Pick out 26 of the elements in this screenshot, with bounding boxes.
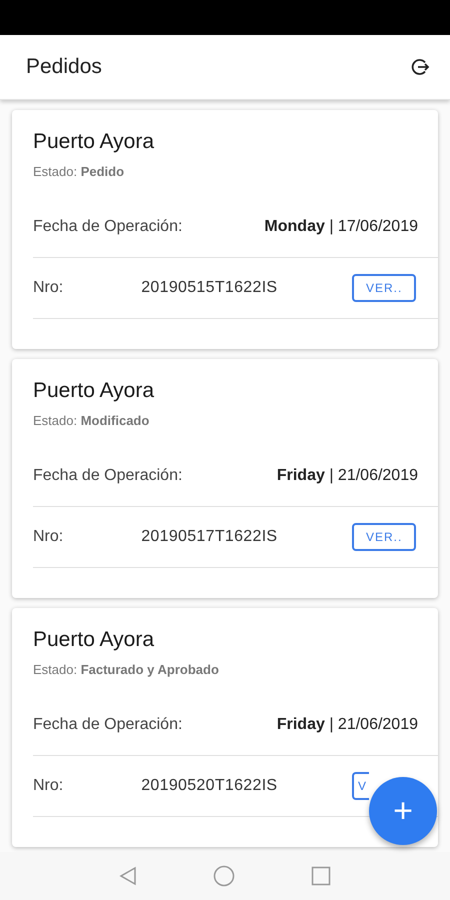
back-icon[interactable] bbox=[119, 866, 137, 886]
home-icon[interactable] bbox=[213, 865, 235, 887]
number-label: Nro: bbox=[33, 528, 64, 546]
view-button[interactable]: VER.. bbox=[352, 523, 416, 551]
operation-date: Friday | 21/06/2019 bbox=[276, 716, 418, 734]
operation-date: Friday | 21/06/2019 bbox=[276, 467, 418, 485]
place-name: Puerto Ayora bbox=[33, 628, 156, 652]
date-label: Fecha de Operación: bbox=[33, 716, 182, 734]
place-name: Puerto Ayora bbox=[33, 379, 156, 403]
order-status: Estado: Facturado y Aprobado bbox=[33, 662, 220, 677]
view-button[interactable]: V bbox=[352, 772, 369, 800]
place-name: Puerto Ayora bbox=[33, 130, 156, 154]
recents-icon[interactable] bbox=[311, 866, 331, 886]
view-button[interactable]: VER.. bbox=[352, 274, 416, 302]
order-number: 20190515T1622IS bbox=[141, 279, 278, 297]
date-label: Fecha de Operación: bbox=[33, 467, 182, 485]
order-status: Estado: Modificado bbox=[33, 413, 150, 428]
logout-icon[interactable] bbox=[410, 57, 430, 77]
order-number: 20190520T1622IS bbox=[141, 777, 278, 795]
date-label: Fecha de Operación: bbox=[33, 218, 182, 236]
operation-date: Monday | 17/06/2019 bbox=[264, 218, 418, 236]
number-label: Nro: bbox=[33, 777, 64, 795]
page-title: Pedidos bbox=[26, 55, 102, 79]
order-number: 20190517T1622IS bbox=[141, 528, 278, 546]
number-label: Nro: bbox=[33, 279, 64, 297]
order-status: Estado: Pedido bbox=[33, 164, 126, 179]
